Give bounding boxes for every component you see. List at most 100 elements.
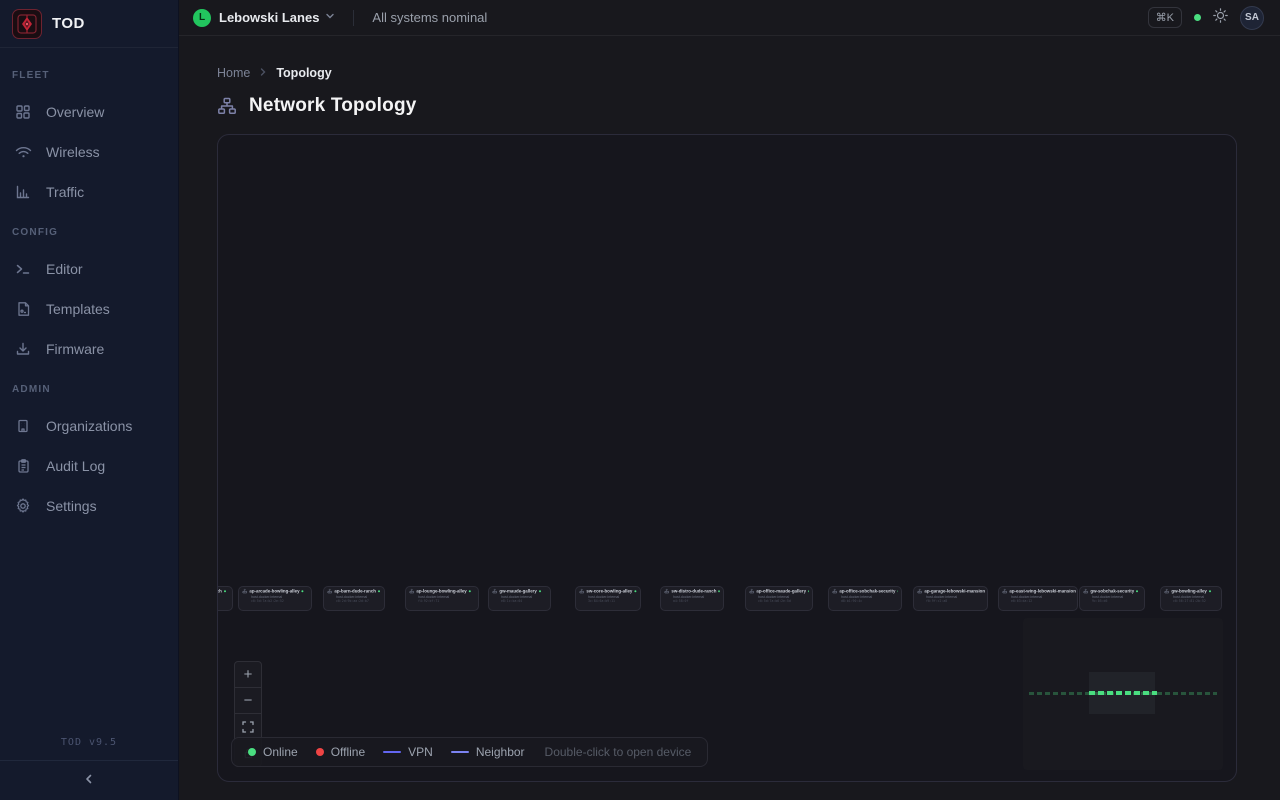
device-node-sw-access-dude-ranch[interactable]: sw-access-dude-ranchhost.docker.internal… <box>217 586 233 611</box>
sidebar-item-label: Overview <box>46 104 104 120</box>
command-palette-shortcut[interactable]: ⌘K <box>1148 7 1182 28</box>
sidebar-item-label: Settings <box>46 498 97 514</box>
node-body: sw-access-dude-ranchhost.docker.internal… <box>217 587 232 605</box>
sidebar-item-overview[interactable]: Overview <box>6 97 172 127</box>
overview-icon <box>14 103 32 121</box>
device-host: host.docker.internal <box>758 595 809 599</box>
chevron-down-icon <box>325 11 335 24</box>
device-node-ap-office-sobchak-security[interactable]: ap-office-sobchak-securityhost.docker.in… <box>828 586 902 611</box>
legend-online: Online <box>248 745 298 759</box>
zoom-in-button[interactable]: + <box>235 662 261 688</box>
theme-toggle-button[interactable] <box>1213 8 1228 28</box>
sidebar: TOD FLEETOverviewWirelessTrafficCONFIGEd… <box>0 0 179 800</box>
firmware-download-icon <box>14 340 32 358</box>
device-node-ap-lounge-bowling-alley[interactable]: ap-lounge-bowling-alleyhost.docker.inter… <box>405 586 479 611</box>
sidebar-item-settings[interactable]: Settings <box>6 491 172 521</box>
device-name: ap-lounge-bowling-alley <box>416 589 466 594</box>
offline-dot-icon <box>316 748 324 756</box>
legend-online-label: Online <box>263 745 298 759</box>
node-body: gw-sobchak-securityhost.docker.internal9… <box>1080 587 1144 605</box>
device-host: host.docker.internal <box>1011 595 1074 599</box>
node-body: ap-office-maude-galleryhost.docker.inter… <box>746 587 812 605</box>
org-selector[interactable]: L Lebowski Lanes <box>193 9 335 27</box>
device-meta: c0:5d:7a:b2:2e:52 <box>251 599 308 603</box>
device-node-ap-arcade-bowling-alley[interactable]: ap-arcade-bowling-alleyhost.docker.inter… <box>238 586 312 611</box>
vpn-line-icon <box>383 751 401 754</box>
device-meta: c0:2d:9b:aa:2d:b7 <box>336 599 381 603</box>
device-node-ap-garage-lebowski-mansion[interactable]: ap-garage-lebowski-mansionhost.docker.in… <box>913 586 988 611</box>
node-body: ap-east-wing-lebowski-mansionhost.docker… <box>999 587 1077 605</box>
minimap-nodes-bright <box>1089 691 1157 695</box>
traffic-icon <box>14 183 32 201</box>
device-host: host.docker.internal <box>501 595 547 599</box>
device-host: host.docker.internal <box>336 595 381 599</box>
legend-offline: Offline <box>316 745 365 759</box>
device-online-dot <box>1209 590 1211 592</box>
terminal-icon <box>14 260 32 278</box>
device-meta: b4:fb:e4:21 <box>217 599 229 603</box>
device-host: host.docker.internal <box>217 595 229 599</box>
device-node-gw-maude-gallery[interactable]: gw-maude-galleryhost.docker.internale8:1… <box>488 586 551 611</box>
sidebar-item-organizations[interactable]: Organizations <box>6 411 172 441</box>
device-online-dot <box>1136 590 1138 592</box>
device-host: host.docker.internal <box>588 595 637 599</box>
user-avatar[interactable]: SA <box>1240 6 1264 30</box>
node-body: gw-bowling-alleyhost.docker.internalc0:5… <box>1161 587 1221 605</box>
device-online-dot <box>378 590 380 592</box>
device-name: gw-bowling-alley <box>1171 589 1206 594</box>
minimap[interactable] <box>1023 618 1223 770</box>
legend-offline-label: Offline <box>331 745 365 759</box>
settings-icon <box>14 497 32 515</box>
device-node-sw-core-bowling-alley[interactable]: sw-core-bowling-alleyhost.docker.interna… <box>575 586 641 611</box>
access-point-icon <box>1164 589 1169 594</box>
device-node-gw-sobchak-security[interactable]: gw-sobchak-securityhost.docker.internal9… <box>1079 586 1145 611</box>
device-online-dot <box>539 590 541 592</box>
device-node-sw-distro-dude-ranch[interactable]: sw-distro-dude-ranchhost.docker.internal… <box>660 586 724 611</box>
zoom-out-button[interactable]: − <box>235 688 261 714</box>
device-name: ap-arcade-bowling-alley <box>249 589 299 594</box>
device-node-gw-bowling-alley[interactable]: gw-bowling-alleyhost.docker.internalc0:5… <box>1160 586 1222 611</box>
legend-neighbor: Neighbor <box>451 745 525 759</box>
device-meta: e8:1c:ba:04 <box>501 599 547 603</box>
node-body: gw-maude-galleryhost.docker.internale8:1… <box>489 587 550 605</box>
device-meta: d8:b1:90:4c <box>841 599 898 603</box>
node-body: sw-distro-dude-ranchhost.docker.internal… <box>661 587 723 605</box>
device-node-ap-office-maude-gallery[interactable]: ap-office-maude-galleryhost.docker.inter… <box>745 586 813 611</box>
sidebar-item-wireless[interactable]: Wireless <box>6 137 172 167</box>
chevron-right-icon <box>258 66 268 80</box>
section-title: ADMIN <box>0 376 178 401</box>
device-meta: e0:63:da:12 <box>1011 599 1074 603</box>
legend-vpn: VPN <box>383 745 433 759</box>
access-point-icon <box>664 589 669 594</box>
sidebar-section-fleet: FLEETOverviewWirelessTraffic <box>0 62 178 207</box>
canvas-legend: Online Offline VPN Neighbor Double-click… <box>231 737 708 767</box>
device-host: host.docker.internal <box>673 595 720 599</box>
breadcrumb-current: Topology <box>276 66 331 80</box>
sidebar-item-audit-log[interactable]: Audit Log <box>6 451 172 481</box>
device-online-dot <box>469 590 471 592</box>
access-point-icon <box>242 589 247 594</box>
device-node-ap-east-wing-lebowski-mansion[interactable]: ap-east-wing-lebowski-mansionhost.docker… <box>998 586 1078 611</box>
sidebar-item-editor[interactable]: Editor <box>6 254 172 284</box>
node-body: sw-core-bowling-alleyhost.docker.interna… <box>576 587 640 605</box>
device-online-dot <box>302 590 304 592</box>
template-icon <box>14 300 32 318</box>
device-name: ap-barn-dude-ranch <box>334 589 376 594</box>
topbar: L Lebowski Lanes All systems nominal ⌘K <box>179 0 1280 36</box>
section-title: CONFIG <box>0 219 178 244</box>
legend-vpn-label: VPN <box>408 745 433 759</box>
sidebar-item-firmware[interactable]: Firmware <box>6 334 172 364</box>
topology-canvas[interactable]: sw-access-dude-ranchhost.docker.internal… <box>217 134 1237 782</box>
device-name: sw-access-dude-ranch <box>217 589 222 594</box>
access-point-icon <box>1083 589 1088 594</box>
sidebar-item-templates[interactable]: Templates <box>6 294 172 324</box>
device-meta: 3c:84:6a:b9:11 <box>588 599 637 603</box>
node-body: ap-arcade-bowling-alleyhost.docker.inter… <box>239 587 311 605</box>
access-point-icon <box>917 589 922 594</box>
sidebar-item-traffic[interactable]: Traffic <box>6 177 172 207</box>
device-node-ap-barn-dude-ranch[interactable]: ap-barn-dude-ranchhost.docker.internalc0… <box>323 586 385 611</box>
sidebar-collapse-button[interactable] <box>0 760 178 800</box>
breadcrumb-home-link[interactable]: Home <box>217 66 250 80</box>
sidebar-item-label: Editor <box>46 261 83 277</box>
divider <box>353 10 354 26</box>
